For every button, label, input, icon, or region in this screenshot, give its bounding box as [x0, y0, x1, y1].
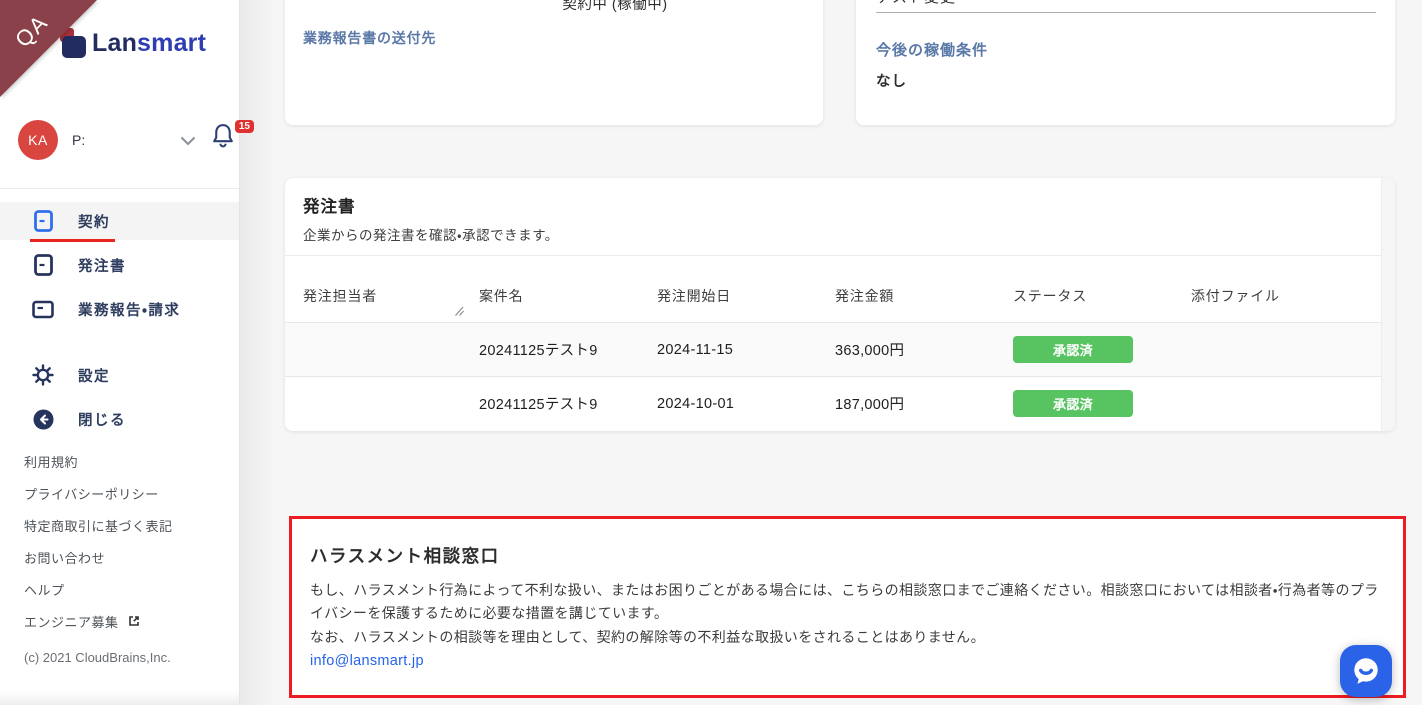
qa-ribbon — [0, 0, 97, 97]
future-conditions-heading: 今後の稼働条件 — [876, 39, 988, 60]
link-terms[interactable]: 利用規約 — [24, 452, 173, 484]
link-engineer-recruit[interactable]: エンジニア募集 — [24, 612, 173, 644]
table-header-row: 発注担当者 案件名 発注開始日 発注金額 ステータス 添付ファイル — [285, 255, 1381, 322]
chat-launcher-button[interactable] — [1340, 645, 1392, 697]
external-link-icon — [127, 616, 141, 631]
gear-icon — [32, 364, 54, 386]
menu-group-gap — [0, 334, 239, 356]
contract-status-value: 契約中 (稼働中) — [505, 0, 725, 14]
status-badge: 承認済 — [1013, 336, 1133, 363]
cell-amount: 363,000円 — [835, 339, 1013, 360]
cell-start-date: 2024-10-01 — [657, 396, 835, 412]
avatar: KA — [18, 120, 58, 160]
column-header: 添付ファイル — [1191, 286, 1381, 306]
notifications-bell[interactable]: 15 — [210, 122, 250, 162]
status-change-input[interactable]: テスト変更 — [876, 0, 1376, 13]
harassment-email-link[interactable]: info@lansmart.jp — [310, 653, 424, 669]
bell-icon — [210, 122, 236, 149]
purchase-orders-card: 発注書 企業からの発注書を確認・承認できます。 発注担当者 案件名 発注開始日 … — [285, 178, 1395, 431]
sidebar-item-purchase-orders[interactable]: 発注書 — [0, 246, 239, 284]
sidebar-item-label: 設定 — [78, 365, 110, 386]
link-contact[interactable]: お問い合わせ — [24, 548, 173, 580]
sidebar-item-label: 発注書 — [78, 255, 126, 276]
contract-status-card: 契約中 (稼働中) 業務報告書の送付先 — [285, 0, 823, 125]
chat-bubble-icon — [1350, 655, 1382, 687]
copyright: (c) 2021 CloudBrains,Inc. — [24, 650, 173, 665]
sidebar-item-settings[interactable]: 設定 — [0, 356, 239, 394]
sidebar-item-label: 閉じる — [78, 409, 126, 430]
folder-icon — [32, 300, 54, 319]
user-menu[interactable]: KA P: 15 — [18, 118, 240, 162]
sidebar-footer: 利用規約 プライバシーポリシー 特定商取引に基づく表記 お問い合わせ ヘルプ エ… — [24, 452, 173, 665]
column-header: 発注担当者 — [303, 286, 479, 306]
document-icon — [32, 210, 54, 232]
sidebar-item-close[interactable]: 閉じる — [0, 400, 239, 438]
sidebar-item-contract[interactable]: 契約 — [0, 202, 239, 240]
cell-start-date: 2024-11-15 — [657, 342, 835, 358]
table-scrollbar-track[interactable] — [1381, 178, 1395, 431]
link-commercial-transactions[interactable]: 特定商取引に基づく表記 — [24, 516, 173, 548]
cell-amount: 187,000円 — [835, 393, 1013, 414]
column-header: ステータス — [1013, 286, 1191, 306]
link-privacy-policy[interactable]: プライバシーポリシー — [24, 484, 173, 516]
purchase-orders-title: 発注書 — [303, 193, 356, 217]
table-row: 20241125テスト9 2024-11-15 363,000円 承認済 — [285, 322, 1381, 376]
column-header: 発注金額 — [835, 286, 1013, 306]
app-title: Lansmart — [92, 29, 206, 58]
harassment-title: ハラスメント相談窓口 — [310, 543, 500, 568]
user-name: P: — [72, 132, 85, 148]
column-header: 発注開始日 — [657, 286, 835, 306]
collapse-icon — [32, 409, 54, 430]
chevron-down-icon[interactable] — [180, 133, 196, 151]
notification-count-badge: 15 — [235, 120, 254, 133]
table-row: 20241125テスト9 2024-10-01 187,000円 承認済 — [285, 376, 1381, 430]
sidebar: QA Lansmart KA P: 15 契約 — [0, 0, 240, 705]
purchase-orders-subtitle: 企業からの発注書を確認・承認できます。 — [303, 224, 559, 244]
cell-project-name: 20241125テスト9 — [479, 393, 657, 414]
sidebar-item-label: 業務報告・請求 — [78, 299, 180, 320]
harassment-counter-card: ハラスメント相談窓口 もし、ハラスメント行為によって不利な扱い、またはお困りごと… — [289, 516, 1406, 698]
harassment-body: もし、ハラスメント行為によって不利な扱い、またはお困りごとがある場合には、こちら… — [310, 579, 1388, 649]
report-destination-label: 業務報告書の送付先 — [303, 28, 436, 48]
future-conditions-value: なし — [876, 70, 907, 91]
cell-status: 承認済 — [1013, 336, 1191, 363]
active-indicator — [30, 239, 115, 242]
status-badge: 承認済 — [1013, 390, 1133, 417]
sidebar-item-reports-invoices[interactable]: 業務報告・請求 — [0, 290, 239, 328]
link-help[interactable]: ヘルプ — [24, 580, 173, 612]
cell-status: 承認済 — [1013, 390, 1191, 417]
column-header: 案件名 — [479, 286, 657, 306]
resize-grip-icon[interactable] — [453, 304, 465, 322]
sidebar-item-label: 契約 — [78, 211, 110, 232]
cell-project-name: 20241125テスト9 — [479, 339, 657, 360]
sidebar-menu: 契約 発注書 業務報告・請求 — [0, 202, 239, 444]
status-change-input-value: テスト変更 — [876, 0, 956, 7]
sidebar-divider — [0, 188, 239, 189]
main-content: 契約中 (稼働中) 業務報告書の送付先 テスト変更 今後の稼働条件 なし 発注書… — [240, 0, 1422, 705]
future-conditions-card: テスト変更 今後の稼働条件 なし — [856, 0, 1395, 125]
document-icon — [32, 254, 54, 276]
